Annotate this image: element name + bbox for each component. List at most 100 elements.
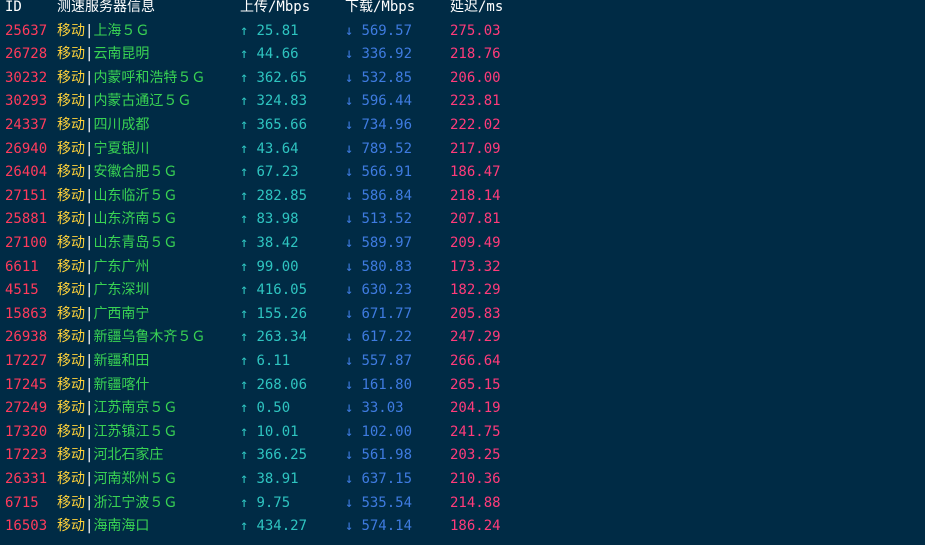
server-id: 17227	[5, 352, 48, 369]
upload-value: 362.65	[256, 69, 308, 86]
upload-cell: ↑ 38.91	[240, 468, 299, 491]
up-arrow-icon: ↑	[240, 164, 249, 181]
latency-value: 186.24	[450, 518, 501, 535]
download-value: 789.52	[361, 140, 413, 157]
server-isp: 移动	[57, 116, 85, 133]
server-location: 山东青岛５Ｇ	[93, 234, 178, 251]
server-info: 移动|山东临沂５Ｇ	[57, 185, 177, 208]
server-location: 江苏南京５Ｇ	[93, 400, 178, 417]
upload-value: 38.42	[256, 234, 299, 251]
down-arrow-icon: ↓	[345, 22, 354, 39]
server-id: 24337	[5, 116, 48, 133]
download-cell: ↓ 513.52	[345, 208, 412, 231]
download-cell: ↓ 102.00	[345, 421, 412, 444]
server-isp: 移动	[57, 352, 85, 369]
server-isp: 移动	[57, 187, 85, 204]
server-id: 26940	[5, 140, 48, 157]
download-value: 33.03	[361, 400, 404, 417]
server-isp: 移动	[57, 46, 85, 63]
server-id: 25637	[5, 22, 48, 39]
server-id: 26404	[5, 164, 48, 181]
download-value: 596.44	[361, 93, 413, 110]
server-location: 新疆和田	[93, 352, 150, 369]
latency-value: 182.29	[450, 282, 501, 299]
download-value: 586.84	[361, 187, 413, 204]
server-id: 25881	[5, 211, 48, 228]
table-row: 30232 移动|内蒙呼和浩特５Ｇ ↑ 362.65 ↓ 532.85 206.00	[0, 67, 925, 90]
server-id: 17320	[5, 423, 48, 440]
down-arrow-icon: ↓	[345, 305, 354, 322]
header-latency: 延迟/ms	[450, 0, 504, 15]
download-value: 589.97	[361, 234, 413, 251]
down-arrow-icon: ↓	[345, 282, 354, 299]
upload-cell: ↑ 25.81	[240, 20, 299, 43]
table-row: 16503 移动|海南海口 ↑ 434.27 ↓ 574.14 186.24	[0, 515, 925, 538]
upload-cell: ↑ 38.42	[240, 232, 299, 255]
latency-value: 206.00	[450, 69, 501, 86]
upload-cell: ↑ 434.27	[240, 515, 307, 538]
latency-value: 204.19	[450, 400, 501, 417]
up-arrow-icon: ↑	[240, 400, 249, 417]
server-info: 移动|内蒙古通辽５Ｇ	[57, 90, 191, 113]
latency-value: 241.75	[450, 423, 501, 440]
server-isp: 移动	[57, 494, 85, 511]
download-cell: ↓ 630.23	[345, 279, 412, 302]
download-value: 336.92	[361, 46, 413, 63]
upload-value: 9.75	[256, 494, 291, 511]
download-cell: ↓ 33.03	[345, 397, 404, 420]
download-value: 580.83	[361, 258, 413, 275]
down-arrow-icon: ↓	[345, 400, 354, 417]
upload-value: 6.11	[256, 352, 291, 369]
server-id: 6611	[5, 258, 39, 275]
download-value: 532.85	[361, 69, 413, 86]
latency-value: 218.14	[450, 187, 501, 204]
server-location: 山东临沂５Ｇ	[93, 187, 178, 204]
upload-value: 155.26	[256, 305, 308, 322]
upload-value: 263.34	[256, 329, 308, 346]
download-value: 617.22	[361, 329, 413, 346]
server-location: 上海５Ｇ	[93, 22, 150, 39]
table-row: 26940 移动|宁夏银川 ↑ 43.64 ↓ 789.52 217.09	[0, 138, 925, 161]
server-location: 江苏镇江５Ｇ	[93, 423, 178, 440]
server-id: 30293	[5, 93, 48, 110]
download-cell: ↓ 569.57	[345, 20, 412, 43]
table-row: 26728 移动|云南昆明 ↑ 44.66 ↓ 336.92 218.76	[0, 43, 925, 66]
down-arrow-icon: ↓	[345, 376, 354, 393]
up-arrow-icon: ↑	[240, 447, 249, 464]
download-cell: ↓ 734.96	[345, 114, 412, 137]
server-isp: 移动	[57, 470, 85, 487]
up-arrow-icon: ↑	[240, 187, 249, 204]
down-arrow-icon: ↓	[345, 211, 354, 228]
download-cell: ↓ 589.97	[345, 232, 412, 255]
download-cell: ↓ 596.44	[345, 90, 412, 113]
download-value: 161.80	[361, 376, 413, 393]
server-isp: 移动	[57, 329, 85, 346]
up-arrow-icon: ↑	[240, 69, 249, 86]
upload-value: 282.85	[256, 187, 308, 204]
server-isp: 移动	[57, 22, 85, 39]
server-location: 内蒙呼和浩特５Ｇ	[93, 69, 206, 86]
server-isp: 移动	[57, 376, 85, 393]
server-id: 17223	[5, 447, 48, 464]
server-location: 海南海口	[93, 518, 150, 535]
server-info: 移动|河北石家庄	[57, 444, 163, 467]
up-arrow-icon: ↑	[240, 376, 249, 393]
up-arrow-icon: ↑	[240, 282, 249, 299]
server-isp: 移动	[57, 164, 85, 181]
up-arrow-icon: ↑	[240, 22, 249, 39]
table-row: 25881 移动|山东济南５Ｇ ↑ 83.98 ↓ 513.52 207.81	[0, 208, 925, 231]
latency-value: 266.64	[450, 352, 501, 369]
down-arrow-icon: ↓	[345, 494, 354, 511]
upload-cell: ↑ 43.64	[240, 138, 299, 161]
down-arrow-icon: ↓	[345, 116, 354, 133]
down-arrow-icon: ↓	[345, 69, 354, 86]
download-value: 557.87	[361, 352, 413, 369]
latency-value: 214.88	[450, 494, 501, 511]
server-id: 26728	[5, 46, 48, 63]
server-isp: 移动	[57, 447, 85, 464]
down-arrow-icon: ↓	[345, 187, 354, 204]
download-cell: ↓ 574.14	[345, 515, 412, 538]
latency-value: 217.09	[450, 140, 501, 157]
upload-value: 44.66	[256, 46, 299, 63]
header-upload: 上传/Mbps	[240, 0, 311, 15]
